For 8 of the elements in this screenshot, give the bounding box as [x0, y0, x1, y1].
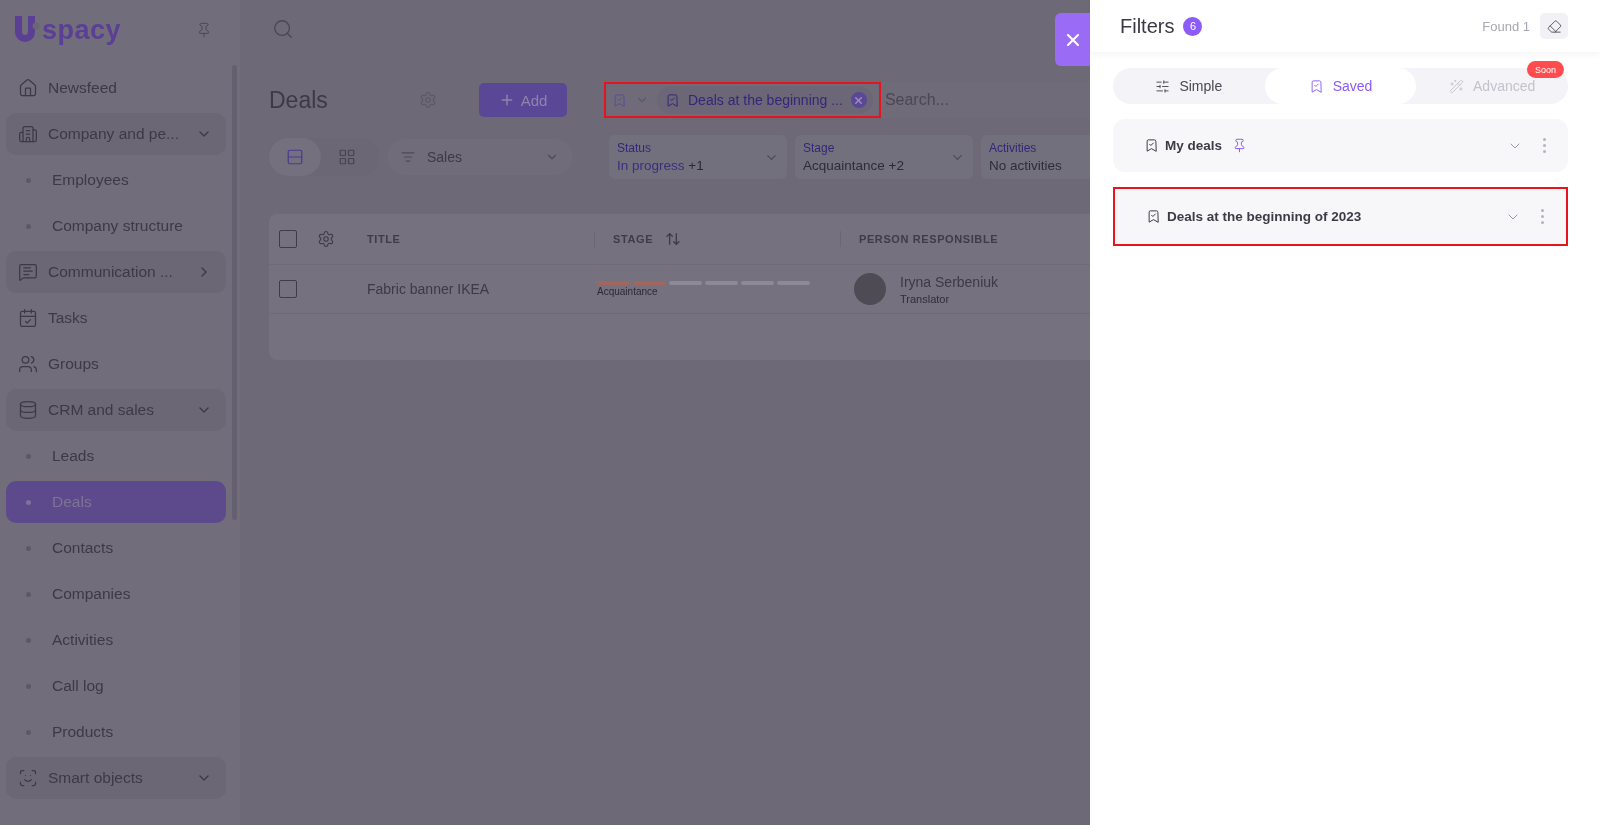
person-name: Iryna Serbeniuk — [900, 273, 999, 290]
table-cell-text: Fabric banner IKEA — [366, 281, 491, 297]
count-badge: 6 — [1183, 16, 1203, 36]
person-role: Translator — [900, 292, 951, 305]
soon-badge: Soon — [1526, 61, 1564, 78]
stage-label: Acquaintance — [597, 286, 658, 297]
drawer-title: Filters — [1120, 14, 1175, 38]
found-count: Found 1 — [1482, 18, 1530, 34]
